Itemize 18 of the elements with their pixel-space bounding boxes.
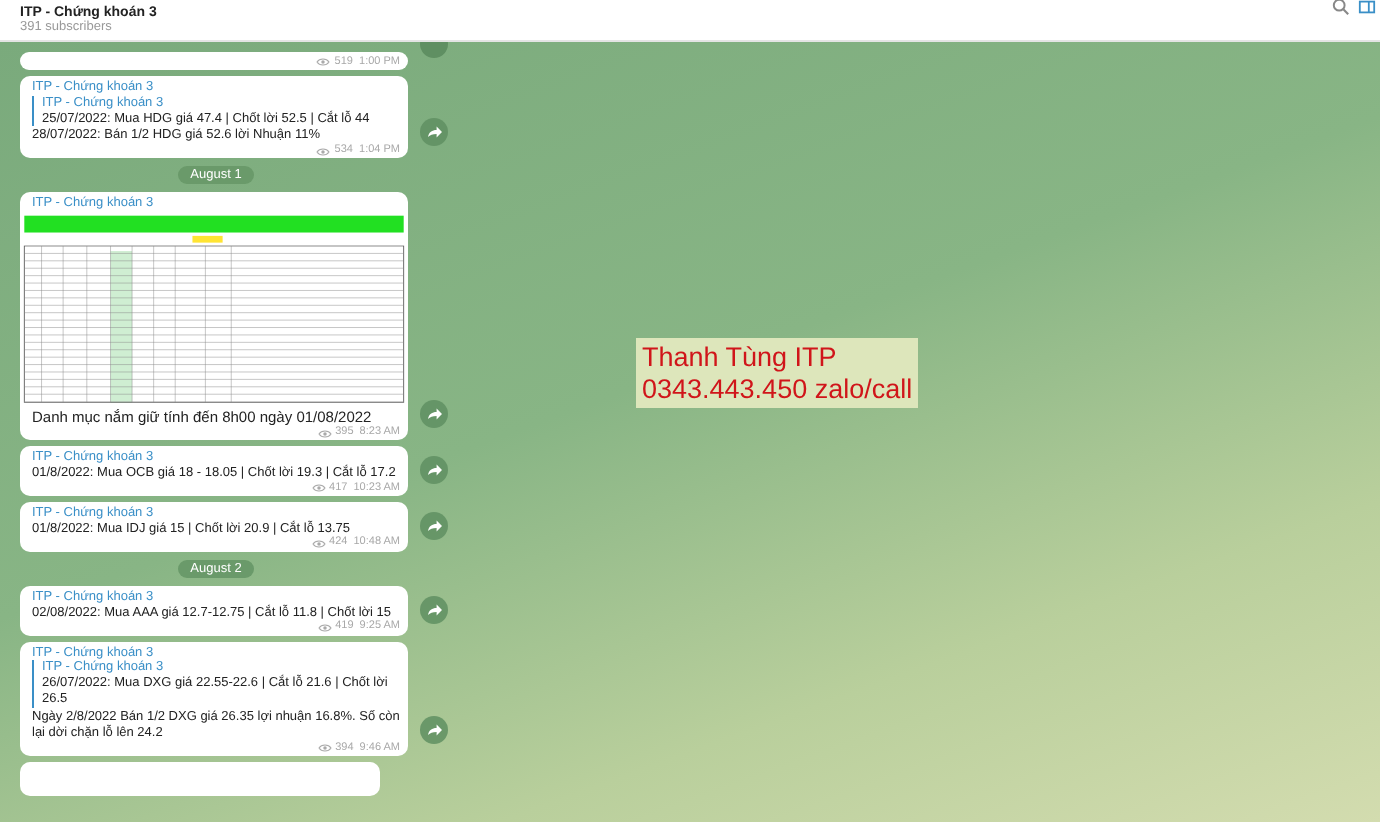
search-icon[interactable]	[1332, 0, 1350, 15]
forward-icon[interactable]	[420, 716, 448, 745]
overlay-name: Thanh Tùng ITP	[642, 342, 839, 374]
forward-icon[interactable]	[420, 118, 448, 147]
forward-icon[interactable]	[420, 511, 448, 540]
eye-icon	[317, 429, 332, 438]
eye-icon	[317, 623, 332, 632]
eye-icon	[316, 147, 331, 156]
eye-icon	[316, 58, 331, 67]
sidebar-icon[interactable]	[1358, 0, 1376, 15]
overlay-phone: 0343.443.450 zalo/call	[642, 373, 913, 405]
forward-icon[interactable]	[420, 400, 448, 429]
table-image-drawing[interactable]	[20, 214, 408, 407]
eye-icon	[311, 540, 326, 549]
eye-icon	[311, 484, 326, 493]
forward-icon[interactable]	[420, 456, 448, 485]
eye-icon	[317, 744, 332, 753]
forward-icon[interactable]	[420, 595, 448, 624]
